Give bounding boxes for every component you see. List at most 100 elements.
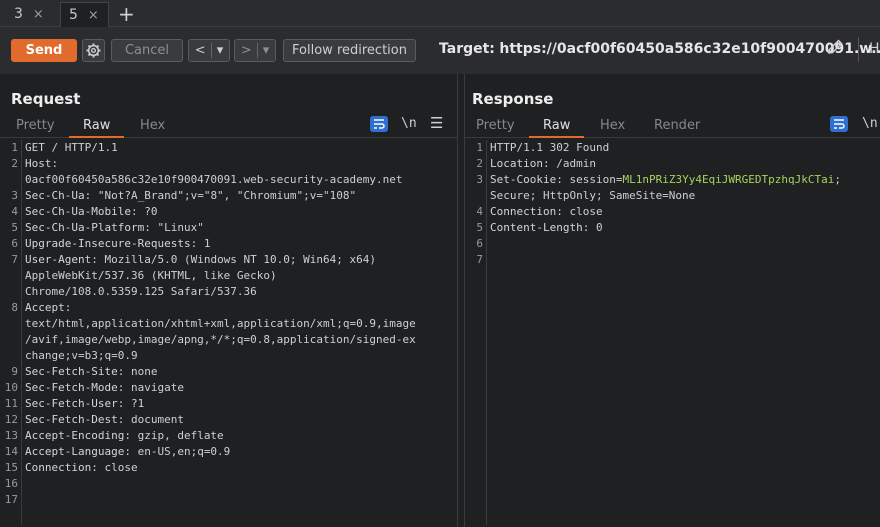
line-text: 0acf00f60450a586c32e10f900470091.web-sec…: [25, 172, 403, 188]
header-value: : 1: [190, 237, 211, 250]
header-value: : ?1: [117, 397, 145, 410]
header-name: Location: [490, 157, 543, 170]
line-text: Sec-Fetch-Mode: navigate: [25, 380, 184, 396]
panel-title: Request: [11, 90, 81, 108]
header-value: : 0: [582, 221, 603, 234]
header-value: text/html,application/xhtml+xml,applicat…: [25, 317, 416, 330]
header-name: Sec-Fetch-Dest: [25, 413, 118, 426]
header-name: Host: [25, 157, 52, 170]
header-name: Connection: [25, 461, 92, 474]
target-display[interactable]: Target: https://0acf00f60450a586c32e10f9…: [439, 41, 880, 57]
forward-button[interactable]: > ▾: [234, 39, 276, 62]
line-text: text/html,application/xhtml+xml,applicat…: [25, 316, 416, 332]
line-text: /avif,image/webp,image/apng,*/*;q=0.8,ap…: [25, 332, 416, 348]
line-number: 10: [4, 381, 18, 394]
http-version-label[interactable]: H: [869, 41, 880, 57]
tab-raw[interactable]: Raw: [528, 118, 585, 138]
tab-raw[interactable]: Raw: [68, 118, 125, 138]
line-number: 2: [476, 157, 483, 170]
new-tab-button[interactable]: +: [118, 0, 135, 27]
line-text: Sec-Fetch-Site: none: [25, 364, 157, 380]
line-number: 8: [11, 301, 18, 314]
header-value: GET / HTTP/1.1: [25, 141, 118, 154]
header-value: : navigate: [117, 381, 184, 394]
header-value: 0acf00f60450a586c32e10f900470091.web-sec…: [25, 173, 403, 186]
line-number: 9: [11, 365, 18, 378]
line-number: 4: [476, 205, 483, 218]
back-icon: <: [194, 43, 206, 58]
line-text: Chrome/108.0.5359.125 Safari/537.36: [25, 284, 257, 300]
line-number: 1: [476, 141, 483, 154]
line-text: Connection: close: [25, 460, 138, 476]
line-number: 5: [11, 221, 18, 234]
line-text: GET / HTTP/1.1: [25, 140, 118, 156]
tab-pretty[interactable]: Pretty: [476, 118, 515, 133]
line-text: Sec-Fetch-Dest: document: [25, 412, 184, 428]
header-value: : none: [117, 365, 158, 378]
header-name: Sec-Fetch-Site: [25, 365, 118, 378]
header-value: change;v=b3;q=0.9: [25, 349, 138, 362]
line-number: 6: [11, 237, 18, 250]
header-value: Chrome/108.0.5359.125 Safari/537.36: [25, 285, 257, 298]
chevron-down-icon[interactable]: ▾: [260, 43, 273, 58]
line-number: 7: [476, 253, 483, 266]
pencil-icon: [828, 39, 843, 54]
header-value: : close: [91, 461, 138, 474]
line-number: 2: [11, 157, 18, 170]
header-value: : Mozilla/5.0 (Windows NT 10.0; Win64; x…: [91, 253, 377, 266]
close-icon[interactable]: ×: [33, 7, 44, 22]
tab-5[interactable]: 5 ×: [60, 2, 109, 27]
line-text: AppleWebKit/537.36 (KHTML, like Gecko): [25, 268, 277, 284]
line-number: 13: [4, 429, 18, 442]
header-name: Sec-Ch-Ua-Mobile: [25, 205, 131, 218]
line-number: 12: [4, 413, 18, 426]
header-name: Connection: [490, 205, 557, 218]
header-value: : session=: [556, 173, 623, 186]
toolbar: Send Cancel < ▾ > ▾ Follow redirection T…: [0, 27, 880, 74]
header-name: Accept: [25, 301, 65, 314]
response-view-tabs: Pretty Raw Hex Render: [465, 116, 880, 138]
header-name: Sec-Ch-Ua-Platform: [25, 221, 145, 234]
menu-icon[interactable]: ☰: [430, 114, 443, 132]
request-panel: Request Pretty Raw Hex \n ☰ 1 GET / HTTP/…: [0, 74, 458, 527]
header-value: HTTP/1.1 302 Found: [490, 141, 610, 154]
header-value: : "Linux": [144, 221, 204, 234]
header-value: : gzip, deflate: [124, 429, 224, 442]
tab-pretty[interactable]: Pretty: [16, 118, 55, 133]
wrap-lines-button[interactable]: [830, 116, 848, 132]
show-newlines-button[interactable]: \n: [401, 116, 417, 131]
target-url: https://0acf00f60450a586c32e10f900470091…: [499, 41, 880, 57]
back-button[interactable]: < ▾: [188, 39, 230, 62]
show-newlines-button[interactable]: \n: [862, 116, 878, 131]
header-value: AppleWebKit/537.36 (KHTML, like Gecko): [25, 269, 277, 282]
line-number: 17: [4, 493, 18, 506]
target-label: Target:: [439, 41, 495, 57]
header-value: : ?0: [130, 205, 158, 218]
tab-render[interactable]: Render: [654, 118, 700, 133]
tab-strip: 3 × 5 × +: [0, 0, 880, 27]
header-value: :: [51, 157, 59, 170]
send-button[interactable]: Send: [11, 39, 77, 62]
line-gutter: [465, 140, 487, 525]
header-name: Sec-Fetch-User: [25, 397, 118, 410]
chevron-down-icon[interactable]: ▾: [214, 43, 227, 58]
follow-redirection-button[interactable]: Follow redirection: [283, 39, 416, 62]
close-icon[interactable]: ×: [88, 8, 99, 23]
edit-target-button[interactable]: [826, 38, 844, 61]
line-number: 16: [4, 477, 18, 490]
line-text: HTTP/1.1 302 Found: [490, 140, 609, 156]
tab-hex[interactable]: Hex: [600, 118, 625, 133]
settings-button[interactable]: [82, 39, 105, 62]
line-number: 15: [4, 461, 18, 474]
tab-hex[interactable]: Hex: [140, 118, 165, 133]
cancel-button[interactable]: Cancel: [111, 39, 183, 62]
line-text: Host:: [25, 156, 58, 172]
line-number: 3: [476, 173, 483, 186]
header-name: Sec-Ch-Ua: [25, 189, 85, 202]
header-name: Accept-Encoding: [25, 429, 125, 442]
wrap-lines-button[interactable]: [370, 116, 388, 132]
header-value: ;: [834, 173, 842, 186]
tab-3[interactable]: 3 ×: [6, 2, 53, 26]
line-text: Content-Length: 0: [490, 220, 603, 236]
gear-icon: [86, 43, 101, 58]
